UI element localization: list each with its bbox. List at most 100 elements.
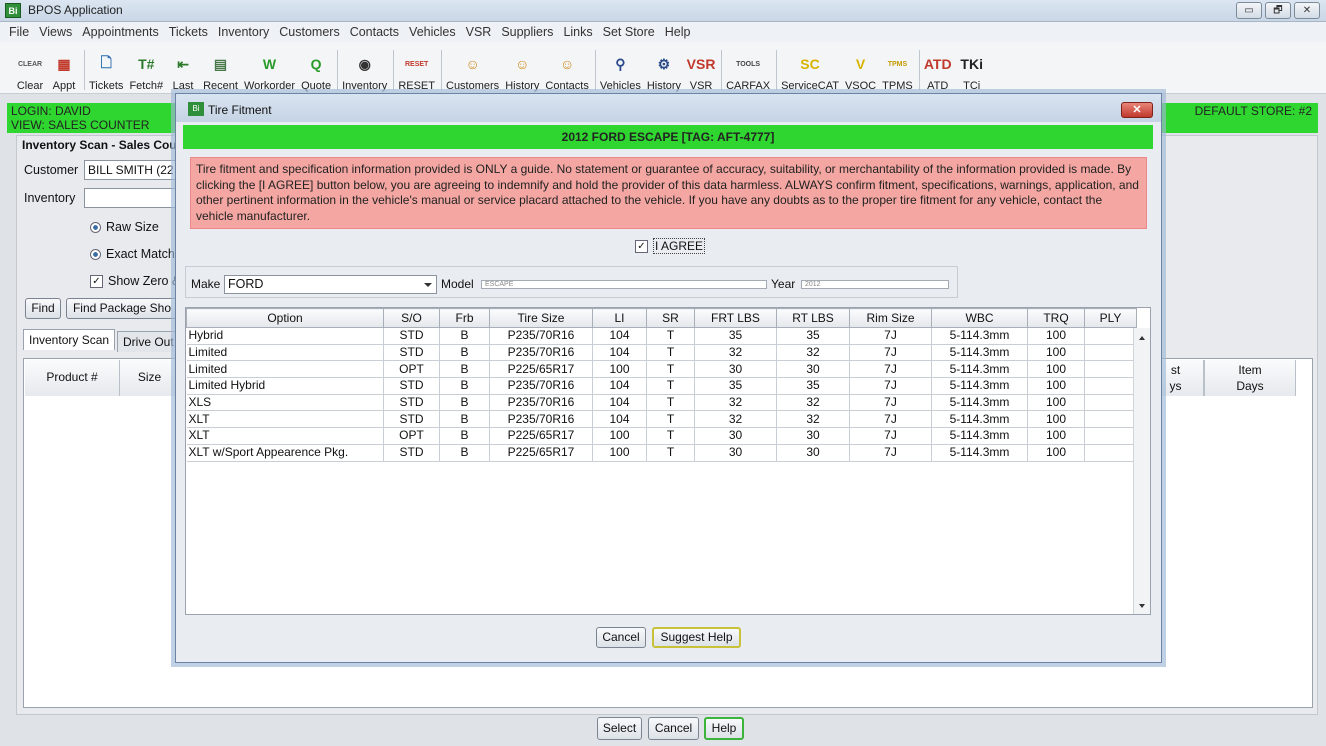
toolbar-carfax-button[interactable]: TOOLS CARFAX — [726, 50, 771, 93]
toolbar-label: CARFAX — [726, 80, 771, 92]
table-row[interactable]: XLT STD B P235/70R16 104 T 32 32 7J 5-114.3mm 100 — [186, 410, 1137, 429]
toolbar-history-button[interactable]: ⚙ History — [647, 50, 681, 93]
toolbar-last-button[interactable]: ⇤ Last — [169, 50, 197, 93]
column-header[interactable]: RT LBS — [776, 308, 850, 328]
column-item-days[interactable]: Item Days — [1204, 360, 1296, 396]
toolbar-customers-button[interactable]: ☺ Customers — [446, 50, 499, 92]
menu-vsr[interactable]: VSR — [466, 25, 492, 39]
suggest-help-button[interactable]: Suggest Help — [652, 627, 741, 648]
column-header[interactable]: Tire Size — [489, 308, 593, 328]
column-header[interactable]: PLY — [1084, 308, 1137, 328]
agree-checkbox[interactable]: ✓ — [635, 240, 648, 254]
column-header[interactable]: LI — [592, 308, 647, 328]
toolbar-quote-button[interactable]: Q Quote — [301, 50, 331, 92]
toolbar-tci-button[interactable]: TKi TCi — [958, 50, 986, 92]
find-button[interactable]: Find — [25, 298, 61, 319]
table-cell: OPT — [383, 427, 440, 445]
menu-help[interactable]: Help — [665, 25, 691, 39]
agree-option[interactable]: ✓ I AGREE — [635, 238, 706, 254]
menu-bar: File Views Appointments Tickets Inventor… — [0, 22, 1326, 42]
column-size[interactable]: Size — [120, 360, 180, 396]
table-cell: Hybrid — [186, 327, 384, 345]
help-button[interactable]: Help — [704, 717, 744, 740]
raw-size-option[interactable]: Raw Size — [90, 220, 159, 234]
exact-match-option[interactable]: Exact Match — [90, 247, 175, 261]
toolbar-workorder-button[interactable]: W Workorder — [244, 50, 295, 92]
table-row[interactable]: XLT w/Sport Appearence Pkg. STD B P225/65R1… — [186, 444, 1137, 462]
menu-views[interactable]: Views — [39, 25, 72, 39]
column-header[interactable]: Option — [186, 308, 384, 328]
column-header[interactable]: SR — [646, 308, 695, 328]
minimize-button[interactable]: ▭ — [1236, 2, 1262, 19]
table-row[interactable]: Limited Hybrid STD B P235/70R16 104 T 35 35 7J 5-… — [186, 377, 1137, 395]
cancel-button[interactable]: Cancel — [648, 717, 699, 740]
table-cell: 35 — [694, 377, 777, 395]
toolbar-reset-button[interactable]: RESET RESET — [398, 50, 435, 93]
column-header[interactable]: S/O — [383, 308, 440, 328]
dialog-app-icon: Bi — [188, 102, 204, 116]
model-select[interactable]: ESCAPE — [481, 280, 767, 289]
inventory-field[interactable] — [84, 188, 184, 208]
select-button[interactable]: Select — [597, 717, 642, 740]
toolbar-atd-button[interactable]: ATD ATD — [924, 50, 952, 92]
restore-button[interactable]: 🗗 — [1265, 2, 1291, 19]
column-header[interactable]: TRQ — [1027, 308, 1085, 328]
toolbar-history-button[interactable]: ☺ History — [505, 50, 539, 92]
scroll-down-icon[interactable] — [1139, 604, 1145, 608]
toolbar-inventory-button[interactable]: ◉ Inventory — [342, 50, 387, 93]
toolbar-vehicles-button[interactable]: ⚲ Vehicles — [600, 50, 641, 93]
toolbar-vsr-button[interactable]: VSR VSR — [687, 50, 716, 92]
table-row[interactable]: Limited OPT B P225/65R17 100 T 30 30 7J 5-114.3mm… — [186, 360, 1137, 379]
menu-contacts[interactable]: Contacts — [350, 25, 399, 39]
column-header[interactable]: Rim Size — [849, 308, 932, 328]
table-row[interactable]: XLS STD B P235/70R16 104 T 32 32 7J 5-114.3mm 100 — [186, 394, 1137, 412]
show-zero-option[interactable]: ✓ Show Zero & — [90, 274, 180, 289]
menu-set-store[interactable]: Set Store — [603, 25, 655, 39]
menu-vehicles[interactable]: Vehicles — [409, 25, 456, 39]
toolbar-recent-button[interactable]: ▤ Recent — [203, 50, 238, 93]
toolbar-label: Clear — [16, 80, 44, 92]
column-header[interactable]: FRT LBS — [694, 308, 777, 328]
tab-drive-out[interactable]: Drive Out — [117, 331, 180, 352]
toolbar-tickets-button[interactable]: 🗋 Tickets — [89, 50, 123, 92]
close-window-button[interactable]: ✕ — [1294, 2, 1320, 19]
vertical-scrollbar[interactable] — [1133, 328, 1150, 614]
raw-size-radio[interactable] — [90, 222, 101, 234]
dialog-cancel-button[interactable]: Cancel — [596, 627, 646, 648]
customer-field[interactable]: BILL SMITH (22 — [84, 160, 184, 180]
menu-links[interactable]: Links — [563, 25, 592, 39]
table-row[interactable]: Hybrid STD B P235/70R16 104 T 35 35 7J 5-114.3mm 1… — [186, 327, 1137, 345]
tab-inventory-scan[interactable]: Inventory Scan — [23, 329, 116, 350]
toolbar-icon: Q — [310, 56, 322, 72]
dialog-close-button[interactable]: ✕ — [1121, 102, 1153, 118]
scroll-up-icon[interactable] — [1139, 336, 1145, 340]
table-cell: 35 — [694, 327, 777, 345]
table-cell: 30 — [694, 444, 777, 462]
toolbar-clear-button[interactable]: CLEAR Clear — [16, 50, 44, 93]
table-cell: 30 — [694, 427, 777, 445]
menu-customers[interactable]: Customers — [279, 25, 339, 39]
column-header[interactable]: WBC — [931, 308, 1028, 328]
year-select[interactable]: 2012 — [801, 280, 949, 289]
menu-file[interactable]: File — [9, 25, 29, 39]
toolbar-tpms-button[interactable]: TPMS TPMS — [882, 50, 913, 93]
menu-inventory[interactable]: Inventory — [218, 25, 269, 39]
find-package-button[interactable]: Find Package Sho — [66, 298, 178, 319]
toolbar-servicecat-button[interactable]: SC ServiceCAT — [781, 50, 839, 92]
table-row[interactable]: Limited STD B P235/70R16 104 T 32 32 7J 5-114.3mm… — [186, 344, 1137, 362]
column-header[interactable]: Frb — [439, 308, 490, 328]
toolbar-appt-button[interactable]: ▦ Appt — [50, 50, 78, 93]
table-row[interactable]: XLT OPT B P225/65R17 100 T 30 30 7J 5-114.3mm 100 — [186, 427, 1137, 445]
table-cell: STD — [383, 327, 440, 345]
menu-appointments[interactable]: Appointments — [82, 25, 158, 39]
exact-match-radio[interactable] — [90, 249, 101, 261]
toolbar-fetch--button[interactable]: T# Fetch# — [129, 50, 163, 92]
toolbar-contacts-button[interactable]: ☺ Contacts — [545, 50, 588, 92]
column-product[interactable]: Product # — [25, 360, 120, 396]
show-zero-checkbox[interactable]: ✓ — [90, 275, 103, 289]
make-select[interactable]: FORD — [224, 275, 437, 294]
toolbar-vsoc-button[interactable]: V VSOC — [845, 50, 876, 92]
menu-tickets[interactable]: Tickets — [169, 25, 208, 39]
toolbar-label: Tickets — [89, 80, 124, 92]
menu-suppliers[interactable]: Suppliers — [501, 25, 553, 39]
